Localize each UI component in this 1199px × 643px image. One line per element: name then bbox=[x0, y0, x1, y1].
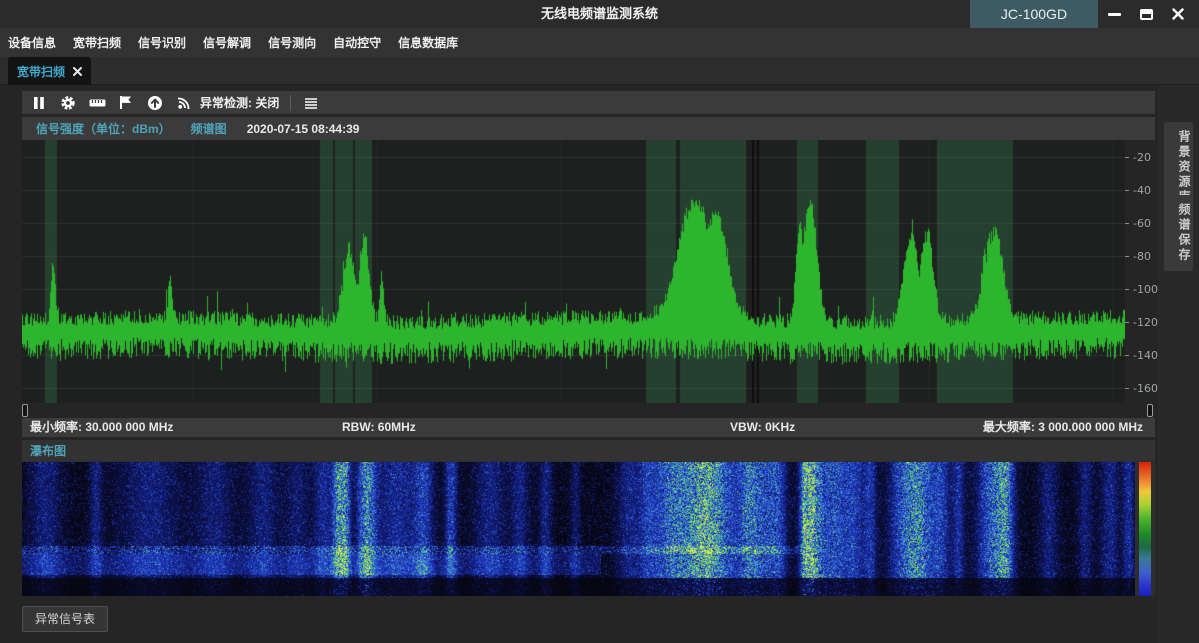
hamburger-icon bbox=[304, 97, 318, 109]
frequency-range-slider bbox=[22, 404, 1155, 417]
spectrum-subtitle: 频谱图 bbox=[191, 120, 227, 137]
waterfall-colorbar bbox=[1139, 462, 1151, 596]
maximize-button[interactable] bbox=[1132, 0, 1160, 28]
menu-item-info-database[interactable]: 信息数据库 bbox=[398, 34, 458, 51]
menu-bar: 设备信息 宽带扫频 信号识别 信号解调 信号测向 自动控守 信息数据库 bbox=[0, 28, 1199, 57]
max-frequency-value: 最大频率: 3 000.000 000 MHz bbox=[983, 418, 1143, 437]
tab-label: 宽带扫频 bbox=[17, 63, 65, 80]
slider-handle-left[interactable] bbox=[22, 404, 28, 417]
close-button[interactable] bbox=[1164, 0, 1192, 28]
vbw-value: VBW: 0KHz bbox=[730, 418, 795, 437]
close-icon bbox=[1172, 8, 1184, 20]
ytick: -140 bbox=[1133, 349, 1158, 362]
slider-handle-right[interactable] bbox=[1147, 404, 1153, 417]
menu-item-signal-demodulation[interactable]: 信号解调 bbox=[203, 34, 251, 51]
spectrum-header: 信号强度（单位：dBm） 频谱图 2020-07-15 08:44:39 bbox=[22, 117, 1155, 140]
ytick: -160 bbox=[1133, 382, 1158, 395]
waterfall-body bbox=[22, 461, 1155, 596]
minimize-icon bbox=[1108, 13, 1121, 16]
pause-button[interactable] bbox=[30, 94, 48, 112]
sidebar-button-spectrum-save[interactable]: 频谱保存 bbox=[1164, 195, 1193, 271]
ytick: -120 bbox=[1133, 316, 1158, 329]
settings-button[interactable] bbox=[59, 94, 77, 112]
list-menu-button[interactable] bbox=[302, 94, 320, 112]
ytick: -40 bbox=[1133, 184, 1151, 197]
spectrum-canvas bbox=[22, 140, 1125, 403]
spectrum-timestamp: 2020-07-15 08:44:39 bbox=[247, 122, 360, 136]
tab-wideband-scan[interactable]: 宽带扫频 bbox=[8, 57, 91, 85]
spectrum-plot[interactable] bbox=[22, 140, 1125, 403]
device-model-badge: JC-100GD bbox=[970, 0, 1098, 28]
menu-item-device-info[interactable]: 设备信息 bbox=[8, 34, 56, 51]
toolbar-separator bbox=[290, 95, 291, 111]
ytick: -60 bbox=[1133, 217, 1151, 230]
gear-icon bbox=[60, 95, 76, 111]
waterfall-canvas[interactable] bbox=[22, 462, 1135, 596]
minimize-button[interactable] bbox=[1100, 0, 1128, 28]
toolbar: 异常检测: 关闭 bbox=[22, 91, 1155, 114]
flag-icon bbox=[119, 95, 133, 110]
right-sidebar: 背景资源库 频谱保存 bbox=[1158, 85, 1199, 643]
ytick: -100 bbox=[1133, 283, 1158, 296]
measure-button[interactable] bbox=[88, 94, 106, 112]
pause-icon bbox=[33, 96, 45, 110]
upload-button[interactable] bbox=[146, 94, 164, 112]
menu-item-signal-recognition[interactable]: 信号识别 bbox=[138, 34, 186, 51]
menu-item-signal-direction[interactable]: 信号测向 bbox=[268, 34, 316, 51]
menu-item-auto-guard[interactable]: 自动控守 bbox=[333, 34, 381, 51]
waterfall-header: 瀑布图 bbox=[22, 440, 1155, 461]
signal-waves-icon bbox=[176, 95, 192, 111]
status-bar: 最小频率: 30.000 000 MHz RBW: 60MHz VBW: 0KH… bbox=[22, 418, 1155, 437]
ytick: -80 bbox=[1133, 250, 1151, 263]
waterfall-title: 瀑布图 bbox=[30, 442, 66, 459]
tab-strip: 宽带扫频 bbox=[0, 57, 1199, 85]
tab-close-icon[interactable] bbox=[73, 67, 82, 76]
rbw-value: RBW: 60MHz bbox=[342, 418, 416, 437]
spectrum-title: 信号强度（单位：dBm） bbox=[36, 120, 171, 137]
maximize-icon bbox=[1140, 9, 1153, 20]
anomaly-detection-toggle[interactable]: 异常检测: 关闭 bbox=[200, 94, 279, 111]
upload-circle-icon bbox=[147, 95, 163, 111]
ruler-icon bbox=[89, 97, 106, 109]
marker-button[interactable] bbox=[117, 94, 135, 112]
anomaly-signal-table-button[interactable]: 异常信号表 bbox=[22, 606, 108, 632]
ytick: -20 bbox=[1133, 151, 1151, 164]
min-frequency-value: 最小频率: 30.000 000 MHz bbox=[30, 418, 173, 437]
app-window: 无线电频谱监测系统 JC-100GD 设备信息 宽带扫频 信号识别 信号解调 信… bbox=[0, 0, 1199, 643]
anomaly-detect-button[interactable] bbox=[175, 94, 193, 112]
menu-item-wideband-scan[interactable]: 宽带扫频 bbox=[73, 34, 121, 51]
title-bar: 无线电频谱监测系统 JC-100GD bbox=[0, 0, 1199, 28]
